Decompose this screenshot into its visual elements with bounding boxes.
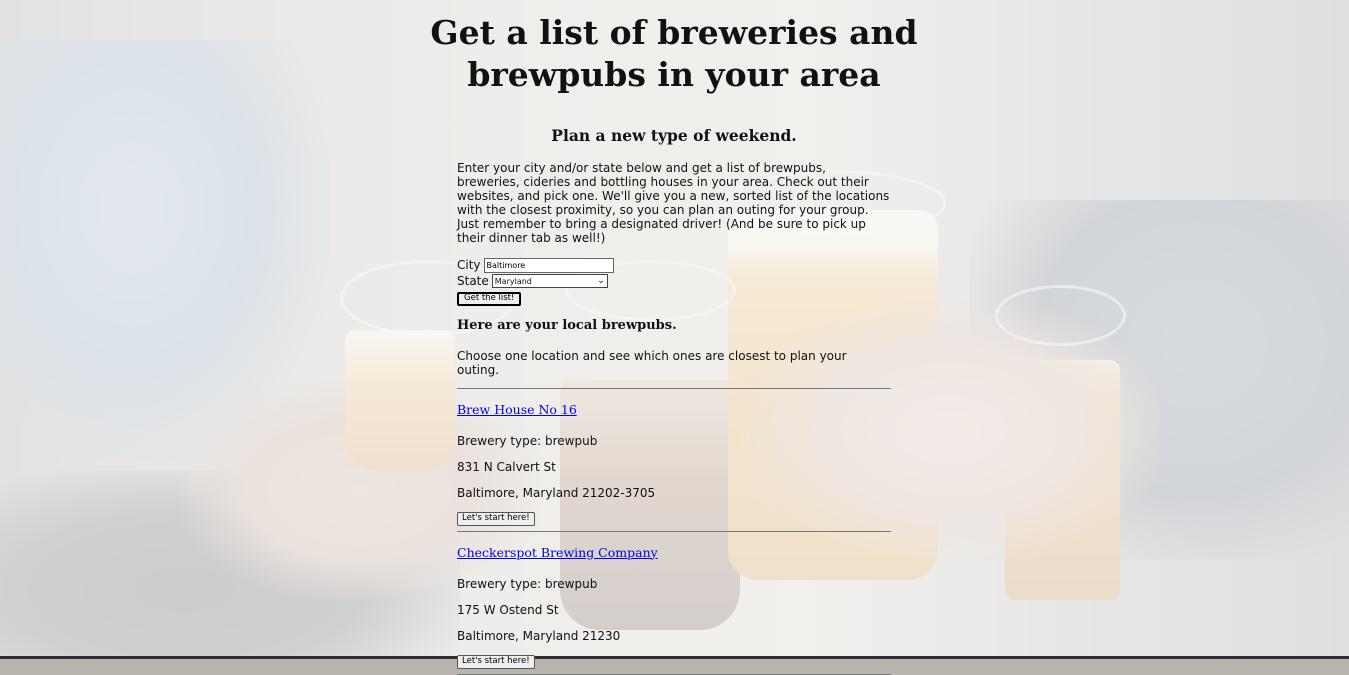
brewery-item: Brew House No 16 Brewery type: brewpub 8… xyxy=(457,389,891,532)
get-list-button[interactable]: Get the list! xyxy=(457,291,522,306)
brewery-link[interactable]: Brew House No 16 xyxy=(457,402,577,417)
state-select[interactable]: Maryland ⌄ xyxy=(491,274,608,288)
results-instruction: Choose one location and see which ones a… xyxy=(457,348,847,377)
intro-text: Enter your city and/or state below and g… xyxy=(457,161,890,245)
city-input[interactable] xyxy=(483,257,614,273)
chevron-down-icon: ⌄ xyxy=(597,276,605,286)
city-row: City xyxy=(457,257,891,273)
brewery-item: Checkerspot Brewing Company Brewery type… xyxy=(457,532,891,675)
state-row: State Maryland ⌄ xyxy=(457,273,891,289)
brewery-type: Brewery type: brewpub xyxy=(457,433,598,448)
brewery-city-line: Baltimore, Maryland 21230 xyxy=(457,628,621,643)
page-title: Get a list of breweries and brewpubs in … xyxy=(430,13,918,94)
brewery-street: 175 W Ostend St xyxy=(457,602,559,617)
brewery-city-line: Baltimore, Maryland 21202-3705 xyxy=(457,485,656,500)
main-content: Get a list of breweries and brewpubs in … xyxy=(430,0,918,675)
city-label: City xyxy=(457,258,481,272)
state-selected-value: Maryland xyxy=(494,276,532,286)
search-form: City State Maryland ⌄ Get the list! xyxy=(457,257,891,306)
start-here-button[interactable]: Let's start here! xyxy=(457,511,535,526)
state-label: State xyxy=(457,274,489,288)
brewery-link[interactable]: Checkerspot Brewing Company xyxy=(457,545,658,560)
page-subtitle: Plan a new type of weekend. xyxy=(551,126,797,145)
brewery-street: 831 N Calvert St xyxy=(457,459,556,474)
brewery-type: Brewery type: brewpub xyxy=(457,576,598,591)
divider xyxy=(457,673,891,675)
results-heading: Here are your local brewpubs. xyxy=(457,317,677,333)
start-here-button[interactable]: Let's start here! xyxy=(457,654,535,669)
